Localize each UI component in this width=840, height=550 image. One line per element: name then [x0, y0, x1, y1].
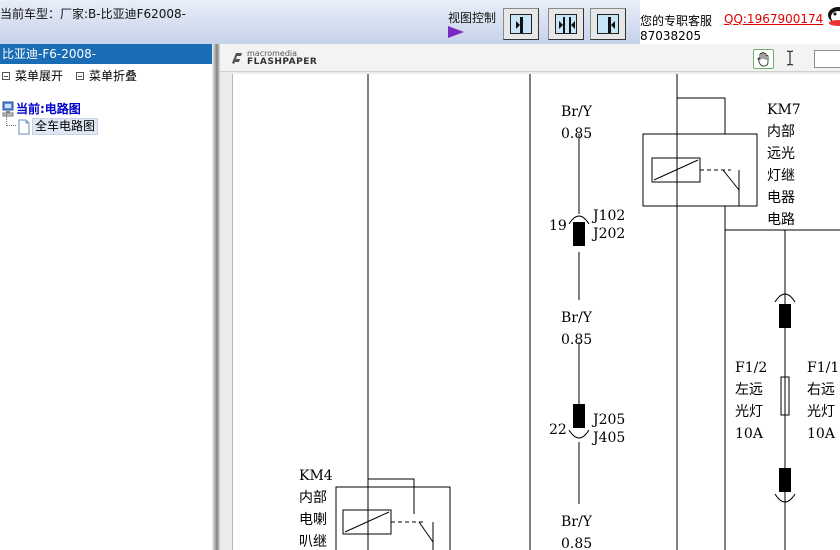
- fuse-left-line1: 左远: [735, 382, 763, 398]
- wire2-color-label: Br/Y: [561, 310, 593, 326]
- collapse-all-label: 菜单折叠: [89, 69, 138, 83]
- flashpaper-viewer: macromedia FLASHPAPER Br/Y 0.85 19 J102 …: [220, 44, 840, 550]
- conn2-a-label: J205: [591, 412, 625, 428]
- km7-line4: 电器: [767, 190, 795, 206]
- conn2-pin-label: 22: [549, 422, 567, 438]
- flashpaper-logo-icon: [232, 53, 242, 64]
- hand-icon: [757, 52, 769, 67]
- expand-all-button[interactable]: 菜单展开: [2, 67, 63, 84]
- zoom-field[interactable]: [814, 50, 840, 68]
- diagram-page[interactable]: Br/Y 0.85 19 J102 J202 Br/Y 0.85 22 J205…: [232, 74, 840, 550]
- expand-box-icon: [2, 71, 10, 80]
- document-icon: [18, 119, 30, 134]
- fuse-left-rating: 10A: [735, 426, 764, 442]
- wire2-size-label: 0.85: [561, 332, 592, 348]
- km7-line5: 电路: [767, 212, 795, 228]
- fit-width-button[interactable]: [548, 8, 584, 40]
- flashpaper-logo: macromedia FLASHPAPER: [230, 49, 317, 67]
- fuse-right-line1: 右远: [807, 382, 835, 398]
- panel-splitter[interactable]: [212, 44, 220, 550]
- phone-number: 87038205: [640, 30, 702, 43]
- fuse-right-line2: 光灯: [807, 404, 835, 420]
- tree-item-full-circuit[interactable]: 全车电路图: [16, 118, 99, 135]
- view-control-arrow-icon: [448, 26, 464, 38]
- tree-panel: 比亚迪-F6-2008- 菜单展开 菜单折叠 当前:电路图 全车电路图: [0, 44, 220, 550]
- car-model-title: 当前车型：厂家:B-比亚迪F62008-: [0, 7, 187, 21]
- wire3-size-label: 0.85: [561, 536, 592, 550]
- qq-contact-link[interactable]: QQ:1967900174: [724, 12, 823, 26]
- fuse-left-line2: 光灯: [735, 404, 763, 420]
- collapse-all-button[interactable]: 菜单折叠: [76, 67, 137, 84]
- fuse-right-id: F1/1: [807, 360, 839, 376]
- logo-product-text: FLASHPAPER: [247, 57, 318, 67]
- hand-tool-button[interactable]: [753, 49, 774, 69]
- support-label: 您的专职客服: [640, 14, 713, 28]
- fuse-right-rating: 10A: [807, 426, 836, 442]
- tree-header[interactable]: 比亚迪-F6-2008-: [0, 44, 220, 64]
- conn1-b-label: J202: [591, 226, 625, 242]
- view-control-label: 视图控制: [448, 11, 497, 25]
- km7-line2: 远光: [767, 146, 795, 162]
- qq-penguin-icon[interactable]: [826, 6, 840, 28]
- actual-size-glyph-icon: [608, 17, 615, 33]
- tree-connector-line: [6, 114, 16, 126]
- km7-line3: 灯继: [767, 168, 795, 184]
- km4-line3: 叭继: [299, 534, 327, 550]
- km7-line1: 内部: [767, 124, 795, 140]
- fit-page-button[interactable]: [503, 8, 539, 40]
- top-header: 当前车型：厂家:B-比亚迪F62008- 视图控制 您的专职客服 QQ:1967…: [0, 0, 840, 44]
- collapse-box-icon: [76, 71, 84, 80]
- viewer-toolbar: macromedia FLASHPAPER: [220, 44, 840, 72]
- wire3-color-label: Br/Y: [561, 514, 593, 530]
- km4-name-label: KM4: [299, 468, 333, 484]
- km4-line1: 内部: [299, 490, 327, 506]
- tree-item-label: 全车电路图: [32, 118, 99, 135]
- conn1-pin-label: 19: [549, 218, 567, 234]
- expand-all-label: 菜单展开: [15, 69, 64, 83]
- actual-size-button[interactable]: [590, 8, 626, 40]
- circuit-diagram: Br/Y 0.85 19 J102 J202 Br/Y 0.85 22 J205…: [299, 74, 840, 550]
- text-select-icon[interactable]: [784, 48, 796, 68]
- wire1-color-label: Br/Y: [561, 104, 593, 120]
- km7-name-label: KM7: [767, 102, 801, 118]
- conn2-b-label: J405: [591, 430, 625, 446]
- tree-current-label: 当前:电路图: [16, 102, 81, 116]
- fit-width-glyph-icon: [559, 17, 575, 33]
- km4-line2: 电喇: [299, 512, 327, 528]
- wire1-size-label: 0.85: [561, 126, 592, 142]
- fuse-left-id: F1/2: [735, 360, 767, 376]
- fit-page-glyph-icon: [516, 17, 523, 33]
- conn1-a-label: J102: [591, 208, 625, 224]
